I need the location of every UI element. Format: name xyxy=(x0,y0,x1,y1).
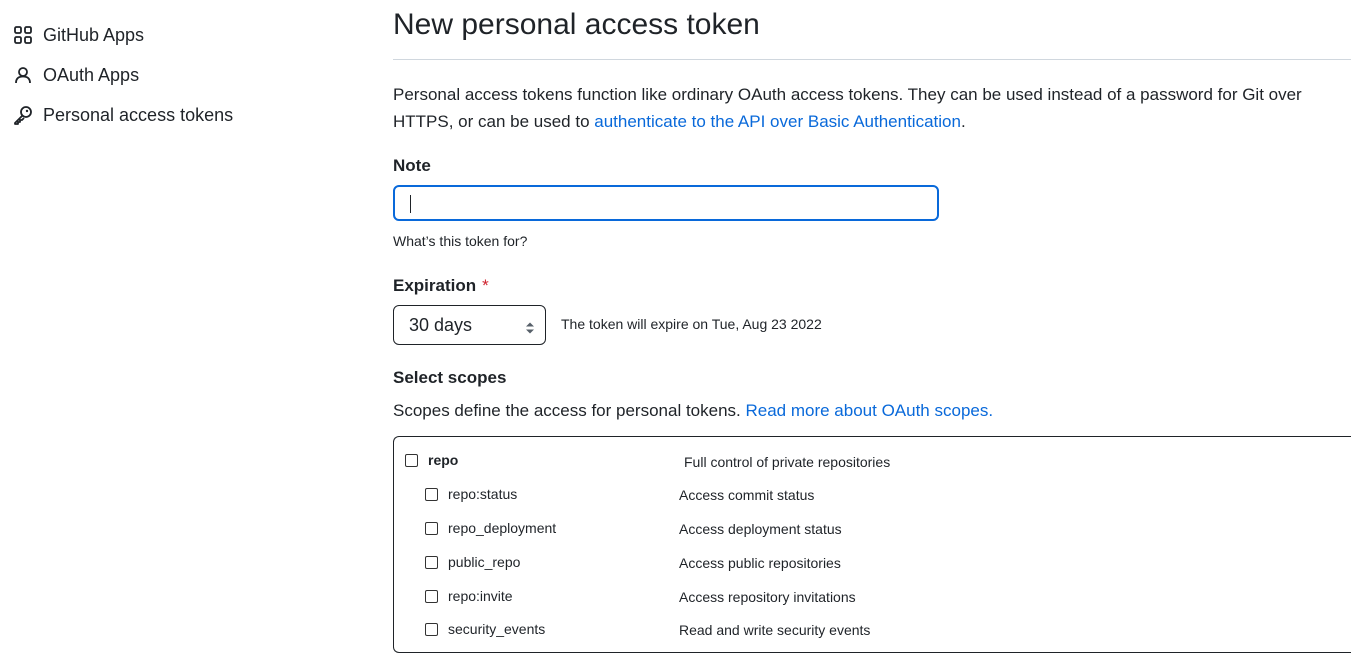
sidebar-item-label: Personal access tokens xyxy=(43,104,234,125)
scope-name: repo_deployment xyxy=(448,520,557,536)
intro-end: . xyxy=(960,112,966,131)
scope-row-public-repo: public_repo xyxy=(425,552,520,572)
key-icon xyxy=(12,104,34,126)
sidebar-item-label: GitHub Apps xyxy=(43,24,145,45)
oauth-scopes-link[interactable]: Read more about OAuth scopes. xyxy=(745,401,993,420)
title-divider xyxy=(393,59,1351,60)
note-hint: What’s this token for? xyxy=(393,233,528,249)
scope-description: Access public repositories xyxy=(679,555,841,571)
page-title: New personal access token xyxy=(393,8,760,41)
expiration-info: The token will expire on Tue, Aug 23 202… xyxy=(561,316,822,332)
sidebar-item-github-apps[interactable]: GitHub Apps xyxy=(12,22,144,48)
sidebar-item-personal-access-tokens[interactable]: Personal access tokens xyxy=(12,102,233,128)
scope-name: security_events xyxy=(448,621,546,637)
scopes-label: Select scopes xyxy=(393,368,507,387)
note-field-wrapper[interactable] xyxy=(393,185,939,221)
scope-row-repo-invite: repo:invite xyxy=(425,586,513,606)
person-icon xyxy=(12,64,34,86)
scope-name: repo:invite xyxy=(448,588,513,604)
scope-row-repo: repo xyxy=(405,450,458,470)
scopes-description: Scopes define the access for personal to… xyxy=(393,401,993,421)
scope-checkbox-public-repo[interactable] xyxy=(425,555,438,569)
scope-name: repo xyxy=(428,452,459,468)
note-input[interactable] xyxy=(407,187,931,219)
expiration-selected-value: 30 days xyxy=(409,314,473,335)
scope-checkbox-repo[interactable] xyxy=(405,453,418,467)
scope-checkbox-repo-deployment[interactable] xyxy=(425,521,438,535)
scope-description: Access commit status xyxy=(679,487,815,503)
scope-row-security-events: security_events xyxy=(425,619,545,639)
expiration-select[interactable]: 30 days xyxy=(393,305,546,345)
sidebar-item-label: OAuth Apps xyxy=(43,64,140,85)
basic-auth-link[interactable]: authenticate to the API over Basic Authe… xyxy=(594,112,961,131)
scope-checkbox-repo-invite[interactable] xyxy=(425,589,438,603)
scope-checkbox-security-events[interactable] xyxy=(425,622,438,636)
note-label: Note xyxy=(393,156,431,175)
scopes-list: repo Full control of private repositorie… xyxy=(393,436,1351,653)
scope-description: Read and write security events xyxy=(679,622,871,638)
select-arrows-icon xyxy=(525,319,535,334)
sidebar-item-oauth-apps[interactable]: OAuth Apps xyxy=(12,62,139,88)
scope-checkbox-repo-status[interactable] xyxy=(425,487,438,501)
scope-description: Full control of private repositories xyxy=(684,454,891,470)
scope-row-repo-status: repo:status xyxy=(425,484,517,504)
scope-row-repo-deployment: repo_deployment xyxy=(425,518,556,538)
expiration-label-text: Expiration xyxy=(393,276,477,295)
scope-description: Access repository invitations xyxy=(679,589,856,605)
scope-description: Access deployment status xyxy=(679,521,842,537)
required-mark: * xyxy=(482,276,489,295)
text-caret xyxy=(410,195,411,213)
scope-name: repo:status xyxy=(448,486,518,502)
intro-paragraph: Personal access tokens function like ord… xyxy=(393,81,1333,135)
scope-name: public_repo xyxy=(448,554,521,570)
apps-grid-icon xyxy=(12,24,34,46)
scopes-description-text: Scopes define the access for personal to… xyxy=(393,401,746,420)
expiration-label: Expiration * xyxy=(393,276,489,296)
